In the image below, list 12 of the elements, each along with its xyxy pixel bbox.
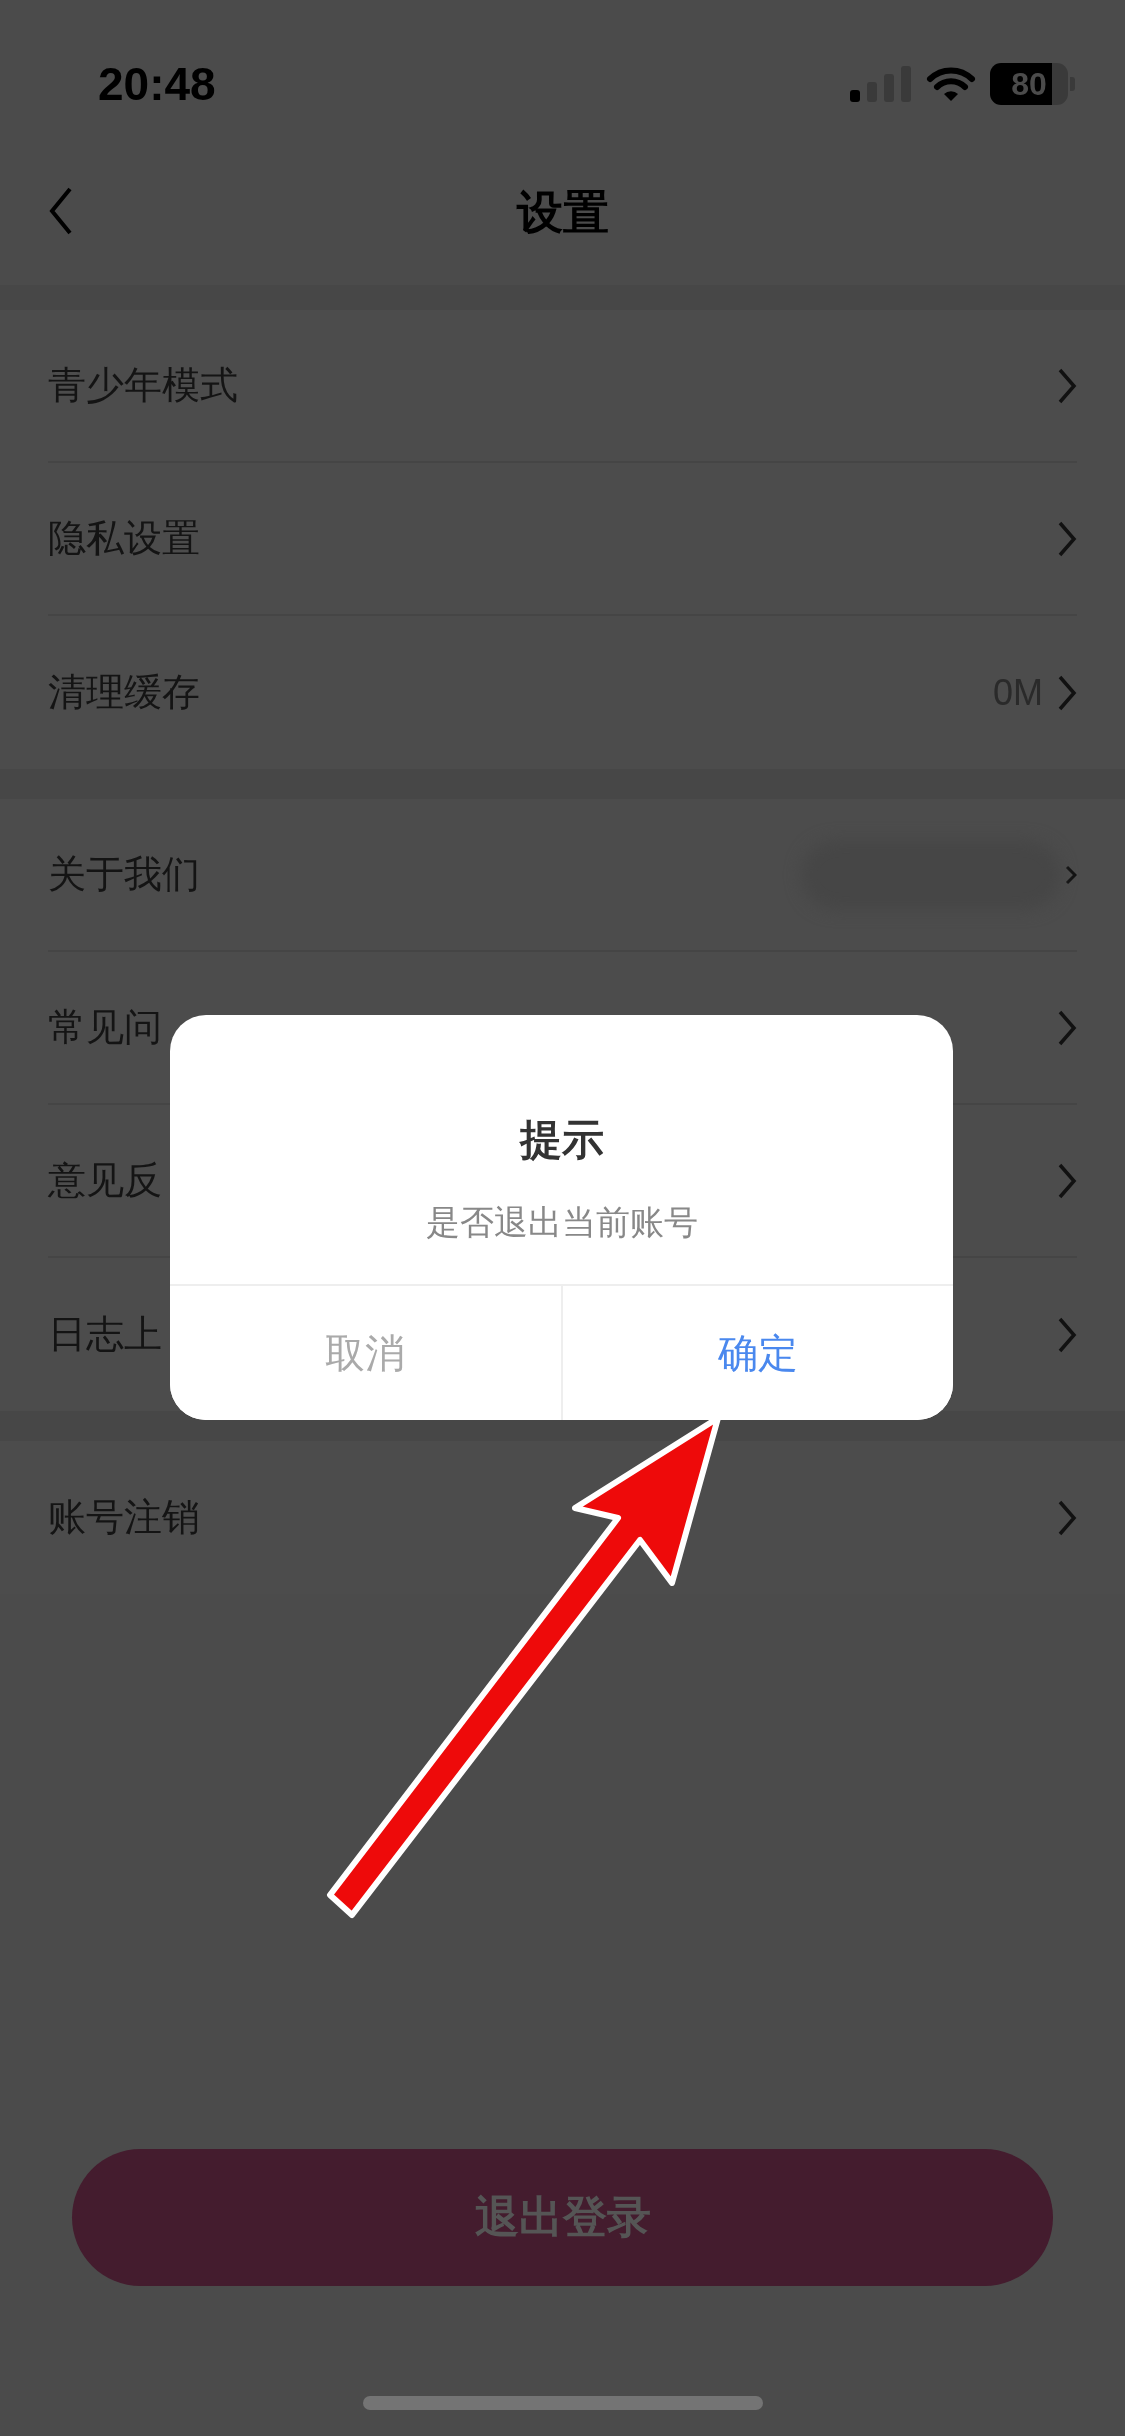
dialog-title: 提示 xyxy=(518,1115,605,1165)
row-label: 意见反 xyxy=(48,1158,162,1203)
dialog-message: 是否退出当前账号 xyxy=(424,1202,699,1243)
row-label: 常见问 xyxy=(48,1005,162,1050)
page-title: 设置 xyxy=(516,184,609,240)
row-label: 清理缓存 xyxy=(48,670,200,715)
row-label: 账号注销 xyxy=(48,1495,200,1540)
row-label: 关于我们 xyxy=(48,852,200,897)
row-label: 青少年模式 xyxy=(48,363,238,408)
status-time: 20:48 xyxy=(98,57,216,111)
row-label: 隐私设置 xyxy=(48,516,200,561)
row-label: 日志上 xyxy=(48,1312,162,1357)
